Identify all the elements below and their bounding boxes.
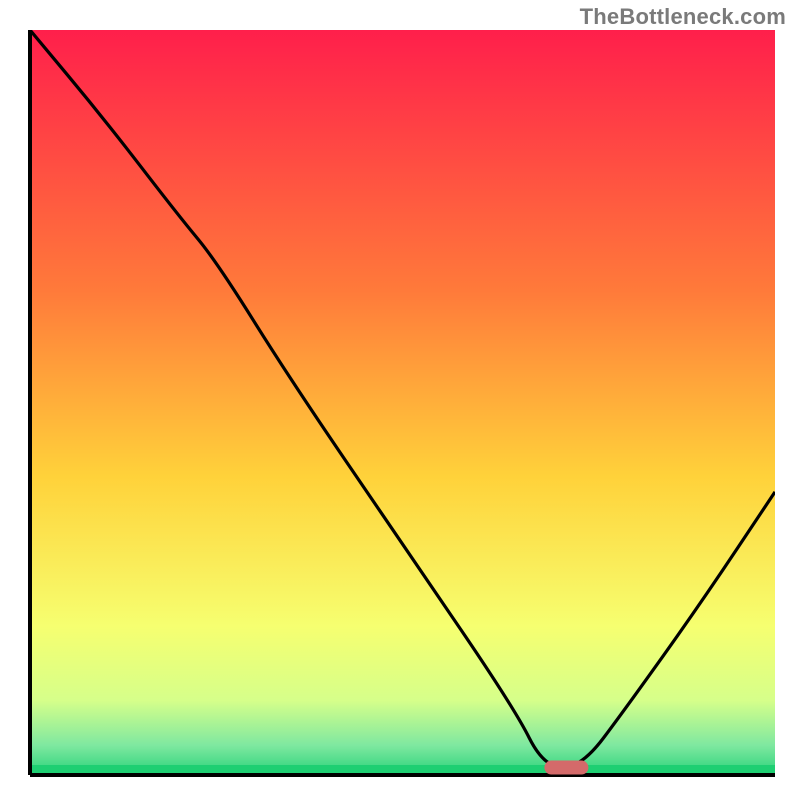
optimal-marker	[544, 761, 588, 775]
watermark-text: TheBottleneck.com	[580, 4, 786, 30]
chart-container: TheBottleneck.com	[0, 0, 800, 800]
plot-background	[30, 30, 775, 775]
bottleneck-chart	[0, 0, 800, 800]
